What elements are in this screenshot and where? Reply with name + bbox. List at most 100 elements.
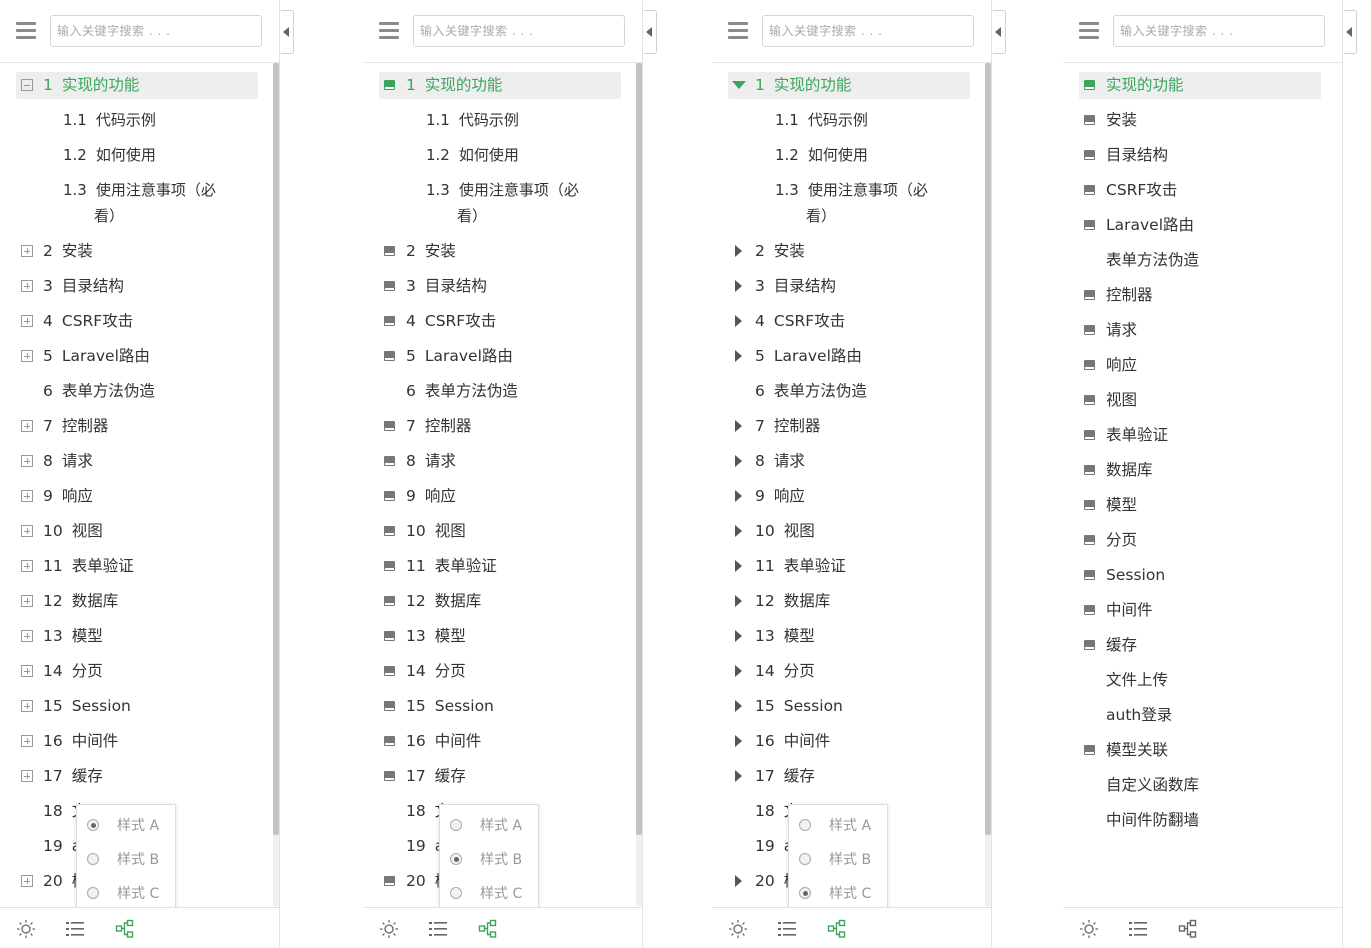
toc-subitem[interactable]: 1.1 代码示例: [63, 106, 156, 134]
toc-subitem[interactable]: 1.2 如何使用: [775, 141, 868, 169]
toc-item[interactable]: 6 表单方法伪造: [406, 377, 518, 405]
toc-item[interactable]: 15 Session: [43, 692, 131, 720]
list-item[interactable]: 表单验证: [1106, 421, 1168, 449]
menu-icon[interactable]: [16, 20, 36, 40]
expand-icon[interactable]: [21, 875, 33, 887]
collapse-sidebar-button[interactable]: [644, 10, 657, 54]
expand-icon[interactable]: [735, 245, 742, 257]
expand-icon[interactable]: [21, 735, 33, 747]
expand-icon[interactable]: [21, 315, 33, 327]
style-option-c[interactable]: 样式 C: [450, 881, 522, 907]
toc-item[interactable]: 2 安装: [43, 237, 93, 265]
radio-button[interactable]: [450, 853, 462, 865]
expand-icon[interactable]: [21, 490, 33, 502]
toc-item[interactable]: 5 Laravel路由: [755, 342, 862, 370]
list-item[interactable]: 模型关联: [1106, 736, 1168, 764]
toc-item[interactable]: 2 安装: [755, 237, 805, 265]
sun-icon[interactable]: [728, 919, 748, 939]
toc-item[interactable]: 13 模型: [43, 622, 103, 650]
collapse-sidebar-button[interactable]: [281, 10, 294, 54]
toc-subitem[interactable]: 1.3 使用注意事项（必: [426, 176, 579, 204]
scrollbar[interactable]: [985, 63, 991, 906]
scrollbar-thumb[interactable]: [273, 63, 279, 835]
toc-item[interactable]: 6 表单方法伪造: [755, 377, 867, 405]
collapse-sidebar-button[interactable]: [993, 10, 1006, 54]
style-option-a[interactable]: 样式 A: [450, 813, 522, 839]
list-item[interactable]: auth登录: [1106, 701, 1172, 729]
list-item[interactable]: 中间件: [1106, 596, 1153, 624]
expand-icon[interactable]: [735, 455, 742, 467]
tree-icon[interactable]: [827, 919, 847, 939]
style-option-a[interactable]: 样式 A: [87, 813, 159, 839]
toc-item[interactable]: 3 目录结构: [755, 272, 836, 300]
search-input[interactable]: [762, 15, 974, 47]
scrollbar[interactable]: [273, 63, 279, 906]
list-item[interactable]: 表单方法伪造: [1106, 246, 1199, 274]
toc-item[interactable]: 8 请求: [406, 447, 456, 475]
expand-icon[interactable]: [21, 630, 33, 642]
style-option-b[interactable]: 样式 B: [799, 847, 871, 873]
list-item[interactable]: 分页: [1106, 526, 1137, 554]
toc-item[interactable]: 17 缓存: [406, 762, 466, 790]
toc-subitem[interactable]: 1.2 如何使用: [63, 141, 156, 169]
menu-icon[interactable]: [728, 20, 748, 40]
tree-icon[interactable]: [478, 919, 498, 939]
toc-item[interactable]: 14 分页: [755, 657, 815, 685]
toc-item[interactable]: 3 目录结构: [43, 272, 124, 300]
radio-button[interactable]: [799, 819, 811, 831]
list-item[interactable]: Laravel路由: [1106, 211, 1194, 239]
list-item[interactable]: 自定义函数库: [1106, 771, 1199, 799]
toc-item[interactable]: 11 表单验证: [43, 552, 134, 580]
style-option-b[interactable]: 样式 B: [87, 847, 159, 873]
list-item[interactable]: Session: [1106, 561, 1165, 589]
toc-item[interactable]: 9 响应: [755, 482, 805, 510]
expand-icon[interactable]: [21, 420, 33, 432]
toc-item[interactable]: 7 控制器: [406, 412, 471, 440]
expand-icon[interactable]: [735, 595, 742, 607]
list-icon[interactable]: [428, 919, 448, 939]
toc-item[interactable]: 1 实现的功能: [755, 71, 851, 99]
toc-item[interactable]: 15 Session: [755, 692, 843, 720]
tree-icon[interactable]: [115, 919, 135, 939]
expand-icon[interactable]: [735, 700, 742, 712]
expand-icon[interactable]: [735, 490, 742, 502]
expand-icon[interactable]: [735, 735, 742, 747]
toc-item[interactable]: 14 分页: [406, 657, 466, 685]
expand-icon[interactable]: [21, 560, 33, 572]
sun-icon[interactable]: [16, 919, 36, 939]
toc-item[interactable]: 2 安装: [406, 237, 456, 265]
radio-button[interactable]: [87, 887, 99, 899]
toc-item[interactable]: 4 CSRF攻击: [43, 307, 133, 335]
toc-item[interactable]: 10 视图: [43, 517, 103, 545]
toc-item[interactable]: 7 控制器: [755, 412, 820, 440]
list-item[interactable]: CSRF攻击: [1106, 176, 1177, 204]
expand-icon[interactable]: [735, 350, 742, 362]
toc-item[interactable]: 8 请求: [43, 447, 93, 475]
toc-item[interactable]: 15 Session: [406, 692, 494, 720]
sun-icon[interactable]: [379, 919, 399, 939]
toc-item[interactable]: 12 数据库: [406, 587, 481, 615]
toc-item[interactable]: 1 实现的功能: [406, 71, 502, 99]
list-item[interactable]: 控制器: [1106, 281, 1153, 309]
sun-icon[interactable]: [1079, 919, 1099, 939]
scrollbar[interactable]: [636, 63, 642, 906]
toc-item[interactable]: 11 表单验证: [406, 552, 497, 580]
expand-icon[interactable]: [735, 560, 742, 572]
expand-icon[interactable]: [735, 280, 742, 292]
list-item[interactable]: 响应: [1106, 351, 1137, 379]
expand-icon[interactable]: [21, 700, 33, 712]
radio-button[interactable]: [450, 819, 462, 831]
collapse-icon[interactable]: [21, 79, 33, 91]
toc-item[interactable]: 12 数据库: [755, 587, 830, 615]
toc-subitem[interactable]: 1.1 代码示例: [426, 106, 519, 134]
toc-item[interactable]: 17 缓存: [43, 762, 103, 790]
toc-item[interactable]: 12 数据库: [43, 587, 118, 615]
list-item[interactable]: 请求: [1106, 316, 1137, 344]
scrollbar-thumb[interactable]: [636, 63, 642, 835]
collapse-icon[interactable]: [732, 81, 746, 89]
toc-item[interactable]: 11 表单验证: [755, 552, 846, 580]
list-item[interactable]: 中间件防翻墙: [1106, 806, 1199, 834]
list-item[interactable]: 缓存: [1106, 631, 1137, 659]
toc-item[interactable]: 16 中间件: [43, 727, 118, 755]
expand-icon[interactable]: [21, 665, 33, 677]
